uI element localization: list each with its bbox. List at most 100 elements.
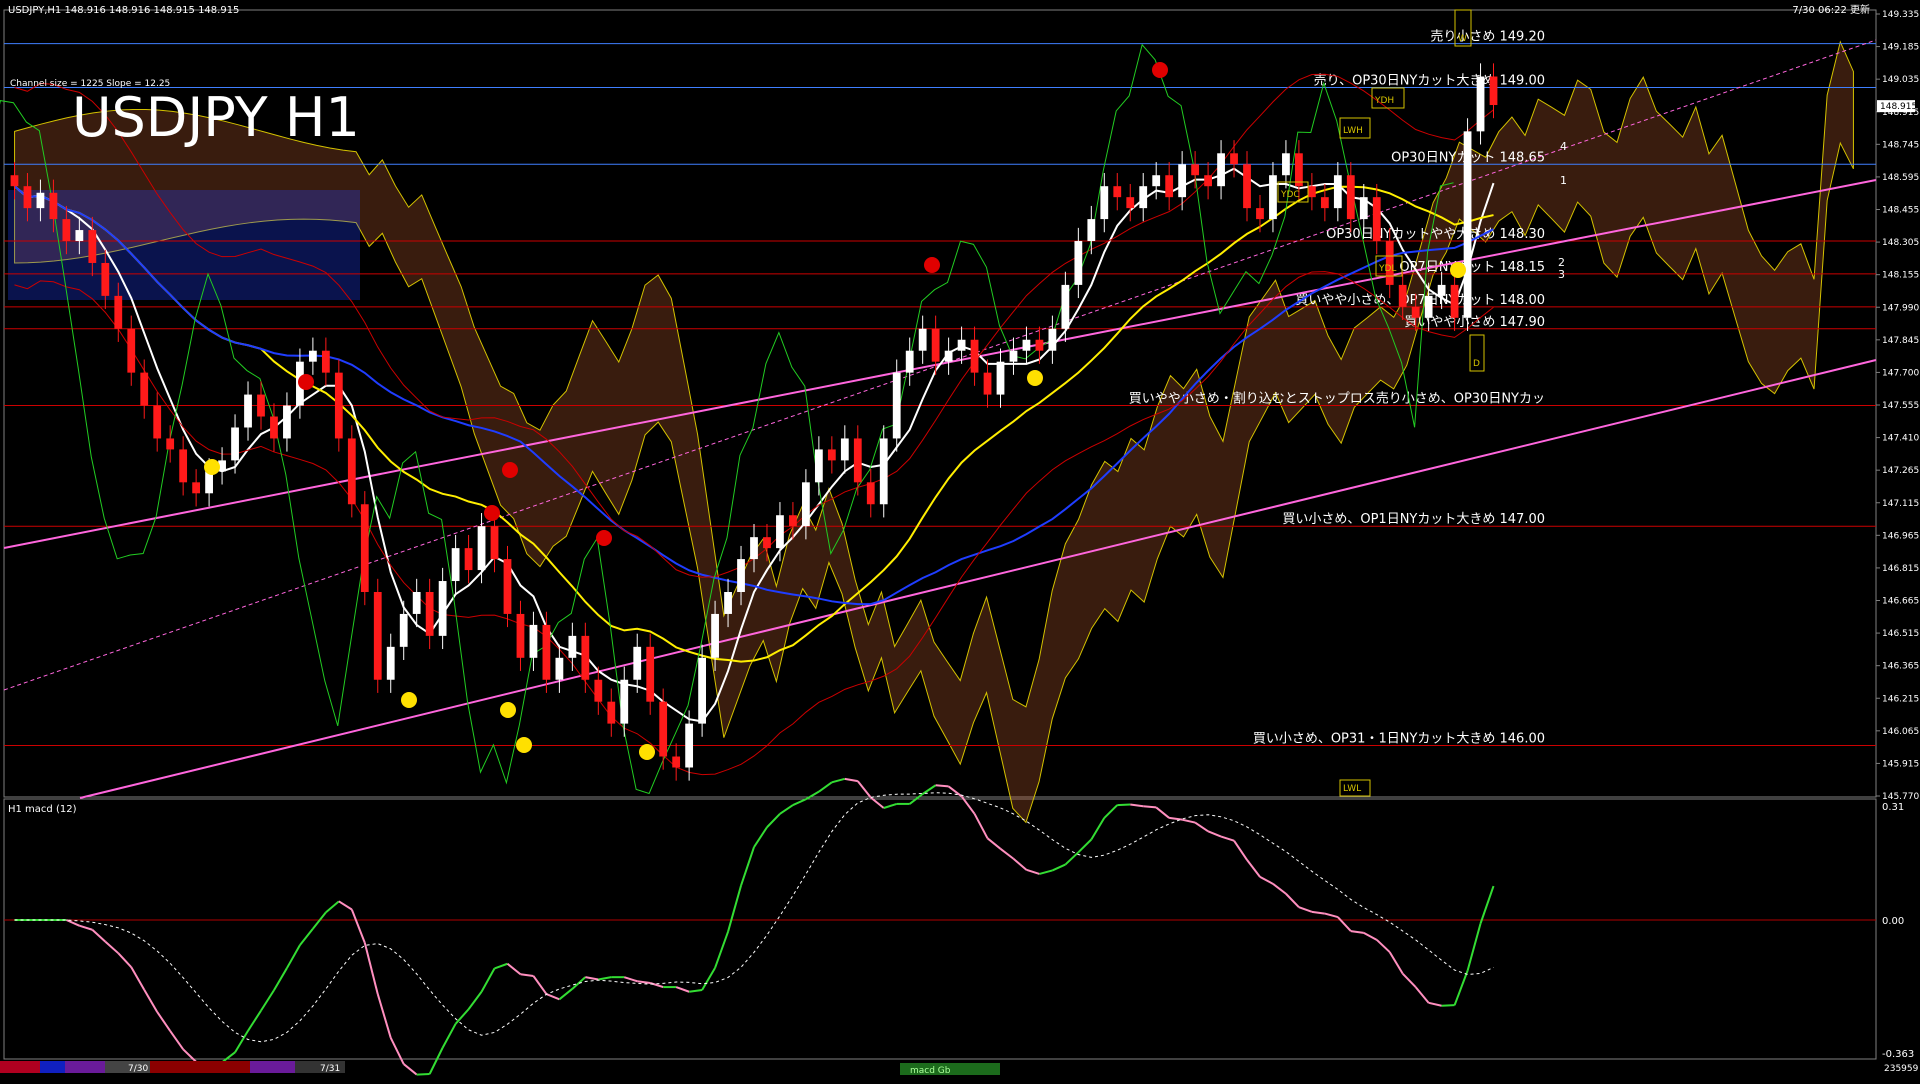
candle-body [503,559,512,614]
price-tick-label: 146.665 [1882,597,1919,607]
candle-body [321,350,330,373]
sell-signal-icon [298,374,314,390]
candle-body [1061,284,1070,329]
candle-body [1398,284,1407,307]
price-tick-label: 147.700 [1882,368,1919,378]
macd-tab-label: macd Gb [910,1066,951,1076]
price-tick-label: 147.990 [1882,303,1919,313]
candle-body [659,701,668,757]
date-label-1: 7/30 [128,1064,148,1074]
candle-body [827,449,836,461]
candle-body [737,559,745,592]
price-tick-label: 148.305 [1882,238,1919,248]
buy-signal-icon [516,737,532,753]
candle-body [996,361,1005,395]
candle-body [750,537,758,560]
candle-body [1165,175,1174,198]
price-tick-label: 146.215 [1882,694,1919,704]
level-label: 買い小さめ、OP31・1日NYカット大きめ 146.00 [1253,732,1545,747]
candle-body [542,624,551,680]
price-tick-label: 149.035 [1882,75,1919,85]
candle-body [789,515,797,527]
candle-body [425,592,434,636]
candle-body [957,339,966,351]
candle-body [412,592,421,614]
candle-body [594,679,603,702]
macd-main-segment [416,1073,430,1076]
price-tick-label: 147.115 [1882,499,1919,509]
candle-body [10,175,19,187]
price-tick-label: 147.845 [1882,336,1919,346]
candle-body [1139,186,1148,209]
candle-body [1282,153,1290,176]
ref-box-label: W [1458,34,1467,44]
price-tick-label: 147.410 [1882,434,1919,444]
candle-body [1009,350,1018,362]
level-label: 売り、OP30日NYカット大きめ 149.00 [1314,72,1545,88]
candle-body [1411,306,1420,318]
candle-body [555,657,564,680]
ref-box-label: YDC [1280,190,1300,200]
macd-main-segment [935,784,949,788]
candle-body [1333,175,1342,209]
candle-body [944,350,953,362]
corner-number: 235959 [1884,1064,1919,1074]
candle-body [399,613,408,647]
candle-body [192,482,201,494]
price-tick-label: 146.365 [1882,662,1919,672]
candle-body [49,192,58,220]
candle-body [1489,76,1498,106]
chart-window[interactable]: 売り小さめ 149.20 売り、OP30日NYカット大きめ 149.00 OP30日… [0,0,1920,1080]
price-tick-label: 145.770 [1882,792,1919,802]
level-label: 買いやや小さめ、OP7日NYカット 148.00 [1295,293,1545,308]
chart-title: USDJPY H1 [72,86,360,149]
candle-body [1256,208,1264,220]
macd-axis-top: 0.31 [1882,802,1904,813]
candle-body [270,416,278,439]
sell-signal-icon [1152,62,1168,78]
candle-body [1087,219,1096,242]
price-tick-label: 148.595 [1882,173,1919,183]
sell-signal-icon [502,462,518,478]
buy-signal-icon [500,702,516,718]
candle-body [1178,164,1187,198]
buy-signal-icon [204,459,220,475]
candle-body [153,405,162,439]
level-label: 売り小さめ 149.20 [1430,29,1545,45]
current-price-label: 148.915 [1880,102,1917,112]
price-tick-label: 149.185 [1882,43,1919,53]
candle-body [179,449,188,483]
macd-main-segment [1143,805,1157,809]
candle-body [763,537,771,549]
candle-body [918,328,927,351]
candle-body [840,438,849,461]
candle-body [373,592,382,680]
candle-body [75,230,84,242]
candle-body [347,438,356,505]
symbol-info: USDJPY,H1 148.916 148.916 148.915 148.91… [8,5,239,16]
candle-body [1100,186,1109,220]
candle-body [386,646,395,680]
candle-body [1463,131,1472,318]
price-tick-label: 145.915 [1882,759,1919,769]
candle-body [231,427,239,461]
candle-body [283,405,291,439]
level-label: OP30日NYカットやや大きめ 148.30 [1326,227,1545,242]
candle-body [464,548,473,571]
chart-canvas[interactable]: 売り小さめ 149.20 売り、OP30日NYカット大きめ 149.00 OP30日… [0,0,1920,1080]
candle-body [1035,339,1044,351]
candle-body [438,581,447,636]
candle-body [1126,197,1135,209]
candle-body [724,592,732,614]
price-tick-label: 147.265 [1882,466,1919,476]
candle-body [1450,284,1459,318]
candle-body [905,350,914,373]
date-label-2: 7/31 [320,1064,340,1074]
candle-body [360,504,369,592]
candle-body [970,339,979,373]
level-label: OP7日NYカット 148.15 [1399,260,1545,275]
price-tick-label: 146.065 [1882,727,1919,737]
macd-axis-zero: 0.00 [1882,916,1904,927]
projection-label: 3 [1558,268,1565,281]
candle-body [114,295,123,329]
